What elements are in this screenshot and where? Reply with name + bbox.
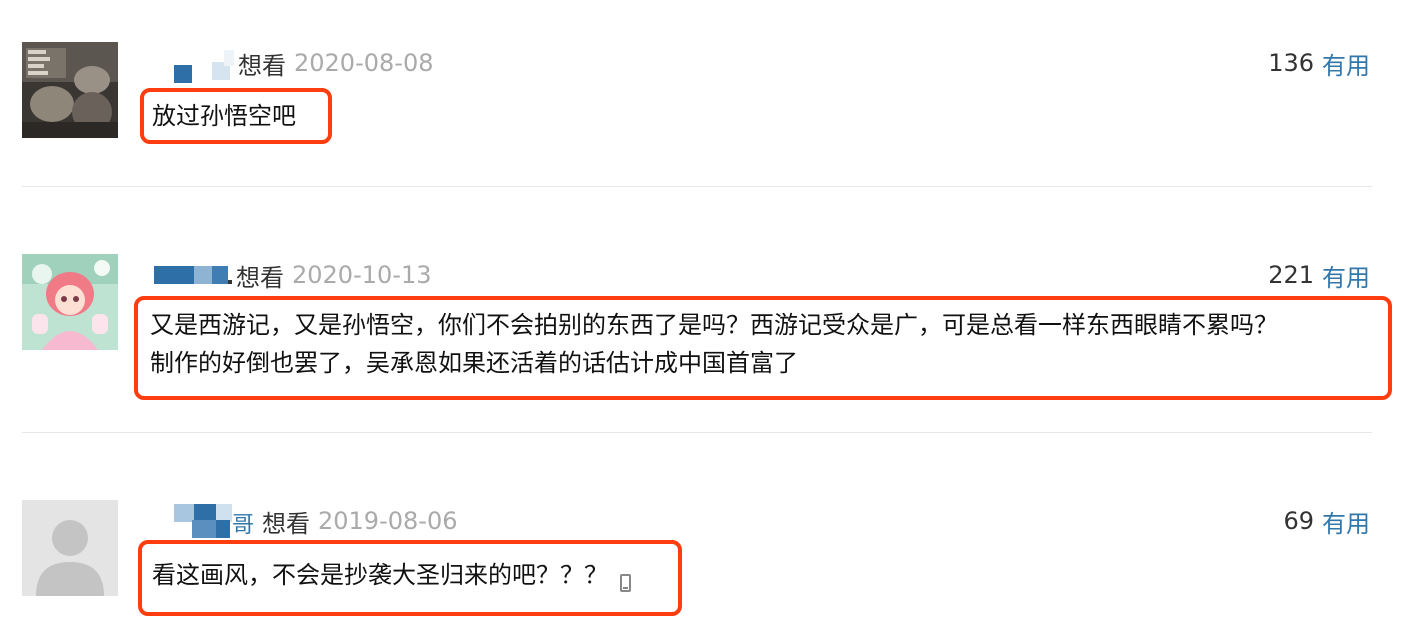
- highlighted-comment-box: 又是西游记，又是孙悟空，你们不会拍别的东西了是吗？西游记受众是广，可是总看一样东…: [134, 296, 1392, 400]
- avatar[interactable]: [22, 500, 118, 596]
- comment-meta: 哥 想看 2019-08-06: [148, 504, 457, 538]
- comment-meta: 想看 2020-08-08: [148, 46, 434, 83]
- vote-count: 69: [1283, 507, 1314, 535]
- username-visible-fragment: 哥: [232, 513, 255, 538]
- avatar[interactable]: [22, 42, 118, 138]
- comment-content: 看这画风，不会是抄袭大圣归来的吧？？？: [152, 561, 608, 589]
- comment-content-line-2: 制作的好倒也罢了，吴承恩如果还活着的话估计成中国首富了: [150, 349, 798, 377]
- rating-status: 想看: [262, 509, 310, 538]
- vote-area: 221 有用: [1268, 258, 1370, 292]
- mobile-phone-icon: [620, 573, 631, 592]
- vote-area: 136 有用: [1268, 46, 1370, 80]
- useful-button[interactable]: 有用: [1322, 46, 1370, 81]
- user-avatar-image: [22, 42, 118, 138]
- comment-date: 2019-08-06: [318, 507, 458, 535]
- comment-content-line-1: 又是西游记，又是孙悟空，你们不会拍别的东西了是吗？西游记受众是广，可是总看一样东…: [150, 311, 1278, 339]
- useful-button[interactable]: 有用: [1322, 258, 1370, 293]
- comment-meta: 想看 2020-10-13: [148, 258, 431, 292]
- rating-status: 想看: [236, 263, 284, 292]
- user-avatar-image: [22, 254, 118, 350]
- avatar[interactable]: [22, 254, 118, 350]
- divider: [22, 432, 1372, 433]
- vote-area: 69 有用: [1283, 504, 1370, 538]
- comment-date: 2020-10-13: [292, 261, 432, 289]
- rating-status: 想看: [238, 51, 286, 80]
- useful-button[interactable]: 有用: [1322, 504, 1370, 539]
- username-pixelated[interactable]: 哥: [148, 504, 255, 538]
- vote-count: 221: [1268, 261, 1314, 289]
- divider: [22, 186, 1372, 187]
- username-pixelated[interactable]: [148, 260, 232, 290]
- comment-content: 放过孙悟空吧: [152, 102, 296, 130]
- default-user-avatar-icon: [22, 500, 118, 596]
- highlighted-comment-box: 看这画风，不会是抄袭大圣归来的吧？？？: [138, 540, 682, 616]
- vote-count: 136: [1268, 49, 1314, 77]
- username-pixelated[interactable]: [148, 48, 234, 83]
- highlighted-comment-box: 放过孙悟空吧: [140, 88, 332, 144]
- comment-date: 2020-08-08: [294, 49, 434, 77]
